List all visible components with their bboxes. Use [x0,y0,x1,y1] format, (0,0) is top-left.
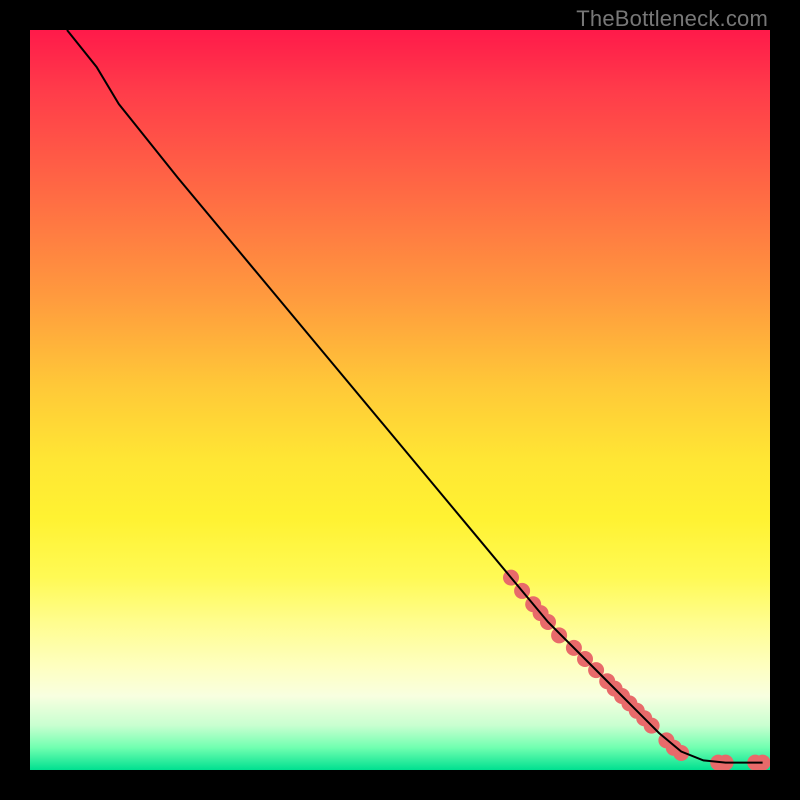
attribution-text: TheBottleneck.com [576,6,768,32]
chart-marker [551,627,567,643]
chart-markers [503,570,770,770]
chart-curve [67,30,763,763]
chart-svg [30,30,770,770]
chart-area [30,30,770,770]
